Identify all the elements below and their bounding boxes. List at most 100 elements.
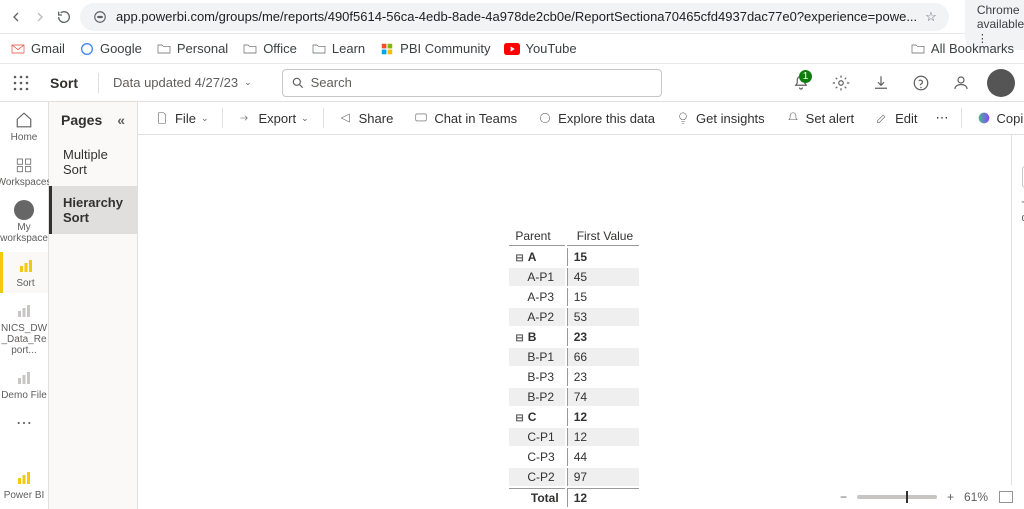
- bookmark-office[interactable]: Office: [242, 41, 297, 57]
- share-button[interactable]: Share: [330, 106, 402, 130]
- file-menu[interactable]: File⌄: [146, 106, 217, 130]
- copilot-icon: [976, 110, 992, 126]
- report-icon: [16, 256, 36, 276]
- table-row[interactable]: A-P253: [509, 308, 639, 326]
- address-bar[interactable]: app.powerbi.com/groups/me/reports/490f56…: [80, 3, 949, 31]
- data-updated-dropdown[interactable]: Data updated 4/27/23⌄: [113, 75, 252, 90]
- report-icon: [14, 301, 34, 321]
- report-toolbar: File⌄ Export⌄ Share Chat in Teams Explor…: [138, 102, 1024, 135]
- teams-button[interactable]: Chat in Teams: [405, 106, 525, 130]
- zoom-slider[interactable]: [857, 495, 937, 499]
- search-placeholder: Search: [311, 75, 352, 90]
- settings-icon[interactable]: [826, 68, 856, 98]
- feedback-icon[interactable]: [946, 68, 976, 98]
- table-row[interactable]: A-P315: [509, 288, 639, 306]
- explore-icon: [537, 110, 553, 126]
- bookmark-google[interactable]: Google: [79, 41, 142, 57]
- bookmark-gmail[interactable]: Gmail: [10, 41, 65, 57]
- google-icon: [79, 41, 95, 57]
- report-title: Sort: [44, 75, 84, 91]
- export-menu[interactable]: Export⌄: [229, 106, 316, 130]
- report-icon: [14, 368, 34, 388]
- rail-home[interactable]: Home: [0, 106, 48, 147]
- rail-my-workspace[interactable]: My workspace: [0, 196, 48, 248]
- left-nav-rail: Home Workspaces My workspace Sort NICS_D…: [0, 102, 49, 509]
- bookmarks-bar: Gmail Google Personal Office Learn PBI C…: [0, 34, 1024, 64]
- browser-top-bar: app.powerbi.com/groups/me/reports/490f56…: [0, 0, 1024, 34]
- table-row[interactable]: B-P323: [509, 368, 639, 386]
- collapse-pages-icon[interactable]: «: [117, 112, 125, 128]
- col-parent[interactable]: Parent: [509, 227, 564, 246]
- fit-page-icon[interactable]: [998, 490, 1014, 504]
- bell-icon: [785, 110, 801, 126]
- search-icon: [291, 76, 305, 90]
- matrix-visual[interactable]: Parent First Value ⊟A15 A-P145 A-P315 A-P25…: [507, 225, 641, 509]
- powerbi-icon: [14, 468, 34, 488]
- bookmark-all[interactable]: All Bookmarks: [910, 41, 1014, 57]
- home-icon: [14, 110, 34, 130]
- forward-button[interactable]: [32, 5, 48, 29]
- bookmark-pbi-community[interactable]: PBI Community: [379, 41, 490, 57]
- table-row[interactable]: B-P166: [509, 348, 639, 366]
- zoom-out[interactable]: −: [840, 490, 847, 504]
- avatar-icon: [14, 200, 34, 220]
- pencil-icon: [874, 110, 890, 126]
- file-icon: [154, 110, 170, 126]
- rail-sort[interactable]: Sort: [0, 252, 48, 293]
- table-row[interactable]: C-P112: [509, 428, 639, 446]
- edit-button[interactable]: Edit: [866, 106, 925, 130]
- rail-more[interactable]: ⋯: [0, 409, 48, 437]
- col-first-value[interactable]: First Value: [567, 227, 639, 246]
- table-row[interactable]: B-P274: [509, 388, 639, 406]
- bookmark-learn[interactable]: Learn: [311, 41, 365, 57]
- profile-avatar[interactable]: [986, 68, 1016, 98]
- pages-panel: Pages « Multiple Sort Hierarchy Sort: [49, 102, 138, 509]
- pages-title: Pages: [61, 112, 102, 128]
- folder-icon: [910, 41, 926, 57]
- more-actions[interactable]: ⋯: [930, 106, 955, 130]
- export-icon: [237, 110, 253, 126]
- table-row[interactable]: C-P344: [509, 448, 639, 466]
- download-icon[interactable]: [866, 68, 896, 98]
- report-canvas[interactable]: Parent First Value ⊟A15 A-P145 A-P315 A-P25…: [138, 135, 1011, 509]
- help-icon[interactable]: [906, 68, 936, 98]
- gmail-icon: [10, 41, 26, 57]
- explore-button[interactable]: Explore this data: [529, 106, 663, 130]
- notifications-icon[interactable]: 1: [786, 68, 816, 98]
- back-button[interactable]: [8, 5, 24, 29]
- rail-demo[interactable]: Demo File: [0, 364, 48, 405]
- bulb-icon: [675, 110, 691, 126]
- table-row[interactable]: ⊟A15: [509, 248, 639, 266]
- folder-icon: [311, 41, 327, 57]
- table-row[interactable]: ⊟C12: [509, 408, 639, 426]
- page-multiple-sort[interactable]: Multiple Sort: [49, 138, 137, 186]
- zoom-status-bar: − + 61%: [830, 485, 1024, 509]
- insights-button[interactable]: Get insights: [667, 106, 773, 130]
- site-info-icon[interactable]: [92, 9, 108, 25]
- pbi-header: Sort Data updated 4/27/23⌄ Search 1: [0, 64, 1024, 102]
- copilot-button[interactable]: Copilot: [968, 106, 1024, 130]
- table-row[interactable]: ⊟B23: [509, 328, 639, 346]
- url-text: app.powerbi.com/groups/me/reports/490f56…: [116, 9, 917, 24]
- rail-nics[interactable]: NICS_DW_Data_Report...: [0, 297, 48, 360]
- page-hierarchy-sort[interactable]: Hierarchy Sort: [49, 186, 137, 234]
- reload-button[interactable]: [56, 5, 72, 29]
- total-row: Total12: [509, 488, 639, 507]
- teams-icon: [413, 110, 429, 126]
- folder-icon: [156, 41, 172, 57]
- workspaces-icon: [14, 155, 34, 175]
- global-search[interactable]: Search: [282, 69, 662, 97]
- rail-workspaces[interactable]: Workspaces: [0, 151, 48, 192]
- table-row[interactable]: A-P145: [509, 268, 639, 286]
- notification-badge: 1: [799, 70, 812, 83]
- bookmark-personal[interactable]: Personal: [156, 41, 228, 57]
- star-icon[interactable]: ☆: [925, 9, 937, 25]
- share-icon: [338, 110, 354, 126]
- alert-button[interactable]: Set alert: [777, 106, 862, 130]
- rail-powerbi[interactable]: Power BI: [0, 464, 48, 505]
- pbi-icon: [379, 41, 395, 57]
- bookmark-youtube[interactable]: YouTube: [504, 41, 576, 57]
- table-row[interactable]: C-P297: [509, 468, 639, 486]
- zoom-in[interactable]: +: [947, 490, 954, 504]
- app-launcher-icon[interactable]: [8, 70, 34, 96]
